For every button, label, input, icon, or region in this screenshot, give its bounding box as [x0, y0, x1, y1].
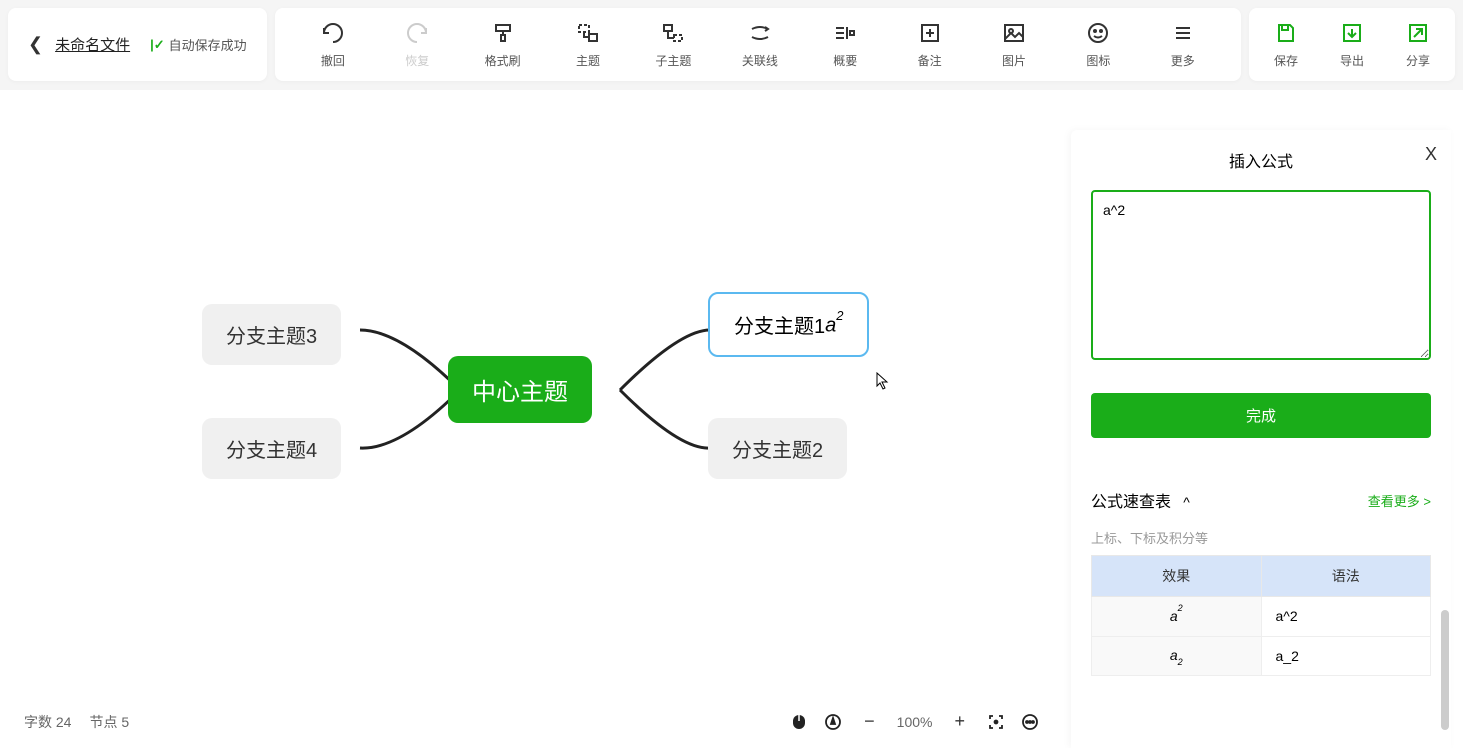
- subtopic-label: 子主题: [655, 52, 691, 69]
- format-painter-button[interactable]: 格式刷: [477, 16, 529, 73]
- relation-icon: [747, 20, 773, 46]
- table-row: a2 a_2: [1092, 636, 1431, 676]
- back-button[interactable]: ❮: [28, 34, 43, 55]
- node-branch-3[interactable]: 分支主题3: [202, 304, 341, 365]
- table-header-syntax: 语法: [1261, 556, 1431, 597]
- topic-label: 主题: [576, 52, 600, 69]
- word-count: 字数 24: [24, 712, 71, 732]
- topic-button[interactable]: 主题: [563, 16, 613, 73]
- node-branch-4-label: 分支主题4: [226, 434, 317, 463]
- autosave-status: |✓ 自动保存成功: [150, 35, 247, 54]
- summary-label: 概要: [833, 52, 857, 69]
- check-icon: |✓: [150, 37, 165, 53]
- summary-icon: [832, 20, 858, 46]
- relation-button[interactable]: 关联线: [734, 16, 786, 73]
- undo-icon: [320, 20, 346, 46]
- node-branch-2-label: 分支主题2: [732, 434, 823, 463]
- share-button[interactable]: 分享: [1393, 16, 1443, 73]
- more-label: 更多: [1171, 52, 1195, 69]
- formula-panel: 插入公式 X 完成 公式速查表 ^ 查看更多 > 上标、下标及积分等 效果 语法…: [1071, 130, 1451, 748]
- export-icon: [1339, 20, 1365, 46]
- note-icon: [917, 20, 943, 46]
- syntax-cell: a^2: [1261, 597, 1431, 637]
- redo-icon: [404, 20, 430, 46]
- subtopic-icon: [660, 20, 686, 46]
- subtopic-button[interactable]: 子主题: [647, 16, 699, 73]
- node-branch-3-label: 分支主题3: [226, 320, 317, 349]
- topic-icon: [575, 20, 601, 46]
- formula-input[interactable]: [1091, 190, 1431, 360]
- effect-formula: a2: [1170, 649, 1183, 664]
- share-label: 分享: [1406, 52, 1430, 69]
- summary-button[interactable]: 概要: [820, 16, 870, 73]
- more-icon: [1170, 20, 1196, 46]
- redo-button[interactable]: 恢复: [392, 16, 442, 73]
- table-header-effect: 效果: [1092, 556, 1262, 597]
- share-icon: [1405, 20, 1431, 46]
- syntax-cell: a_2: [1261, 636, 1431, 676]
- save-button[interactable]: 保存: [1261, 16, 1311, 73]
- zoom-in-button[interactable]: +: [948, 709, 971, 734]
- panel-title: 插入公式: [1229, 148, 1293, 172]
- mouse-mode-icon[interactable]: [790, 713, 808, 731]
- cheatsheet-subtitle: 上标、下标及积分等: [1091, 528, 1431, 547]
- scrollbar-thumb[interactable]: [1441, 610, 1449, 730]
- zoom-level[interactable]: 100%: [897, 714, 933, 730]
- icon-label: 图标: [1086, 52, 1110, 69]
- format-painter-label: 格式刷: [485, 52, 521, 69]
- more-button[interactable]: 更多: [1158, 16, 1208, 73]
- view-more-link[interactable]: 查看更多 >: [1368, 491, 1431, 510]
- effect-formula: a2: [1170, 610, 1183, 625]
- image-icon: [1001, 20, 1027, 46]
- node-branch-1[interactable]: 分支主题1 a2: [708, 292, 869, 357]
- chevron-up-icon[interactable]: ^: [1175, 494, 1189, 510]
- node-branch-1-label: 分支主题1: [734, 310, 825, 339]
- zoom-out-button[interactable]: −: [858, 709, 881, 734]
- node-center[interactable]: 中心主题: [448, 356, 592, 423]
- save-icon: [1273, 20, 1299, 46]
- relation-label: 关联线: [742, 52, 778, 69]
- note-button[interactable]: 备注: [905, 16, 955, 73]
- done-button[interactable]: 完成: [1091, 393, 1431, 438]
- node-branch-2[interactable]: 分支主题2: [708, 418, 847, 479]
- note-label: 备注: [918, 52, 942, 69]
- nav-mode-icon[interactable]: [824, 713, 842, 731]
- close-icon[interactable]: X: [1425, 144, 1437, 165]
- emoji-icon: [1085, 20, 1111, 46]
- icon-button[interactable]: 图标: [1073, 16, 1123, 73]
- node-count: 节点 5: [89, 712, 129, 732]
- save-label: 保存: [1274, 52, 1298, 69]
- export-button[interactable]: 导出: [1327, 16, 1377, 73]
- more-options-icon[interactable]: [1021, 713, 1039, 731]
- export-label: 导出: [1340, 52, 1364, 69]
- mouse-cursor: [876, 372, 890, 390]
- autosave-text: 自动保存成功: [169, 35, 247, 54]
- redo-label: 恢复: [405, 52, 429, 69]
- undo-button[interactable]: 撤回: [308, 16, 358, 73]
- cheatsheet-table: 效果 语法 a2 a^2 a2 a_2: [1091, 555, 1431, 676]
- node-branch-1-formula: a2: [825, 312, 843, 338]
- image-label: 图片: [1002, 52, 1026, 69]
- node-center-label: 中心主题: [472, 372, 568, 407]
- cheatsheet-title: 公式速查表: [1091, 494, 1171, 511]
- fit-screen-icon[interactable]: [987, 713, 1005, 731]
- node-branch-4[interactable]: 分支主题4: [202, 418, 341, 479]
- image-button[interactable]: 图片: [989, 16, 1039, 73]
- table-row: a2 a^2: [1092, 597, 1431, 637]
- statusbar: 字数 24 节点 5 − 100% +: [0, 695, 1063, 748]
- format-painter-icon: [490, 20, 516, 46]
- undo-label: 撤回: [321, 52, 345, 69]
- file-title[interactable]: 未命名文件: [55, 34, 130, 55]
